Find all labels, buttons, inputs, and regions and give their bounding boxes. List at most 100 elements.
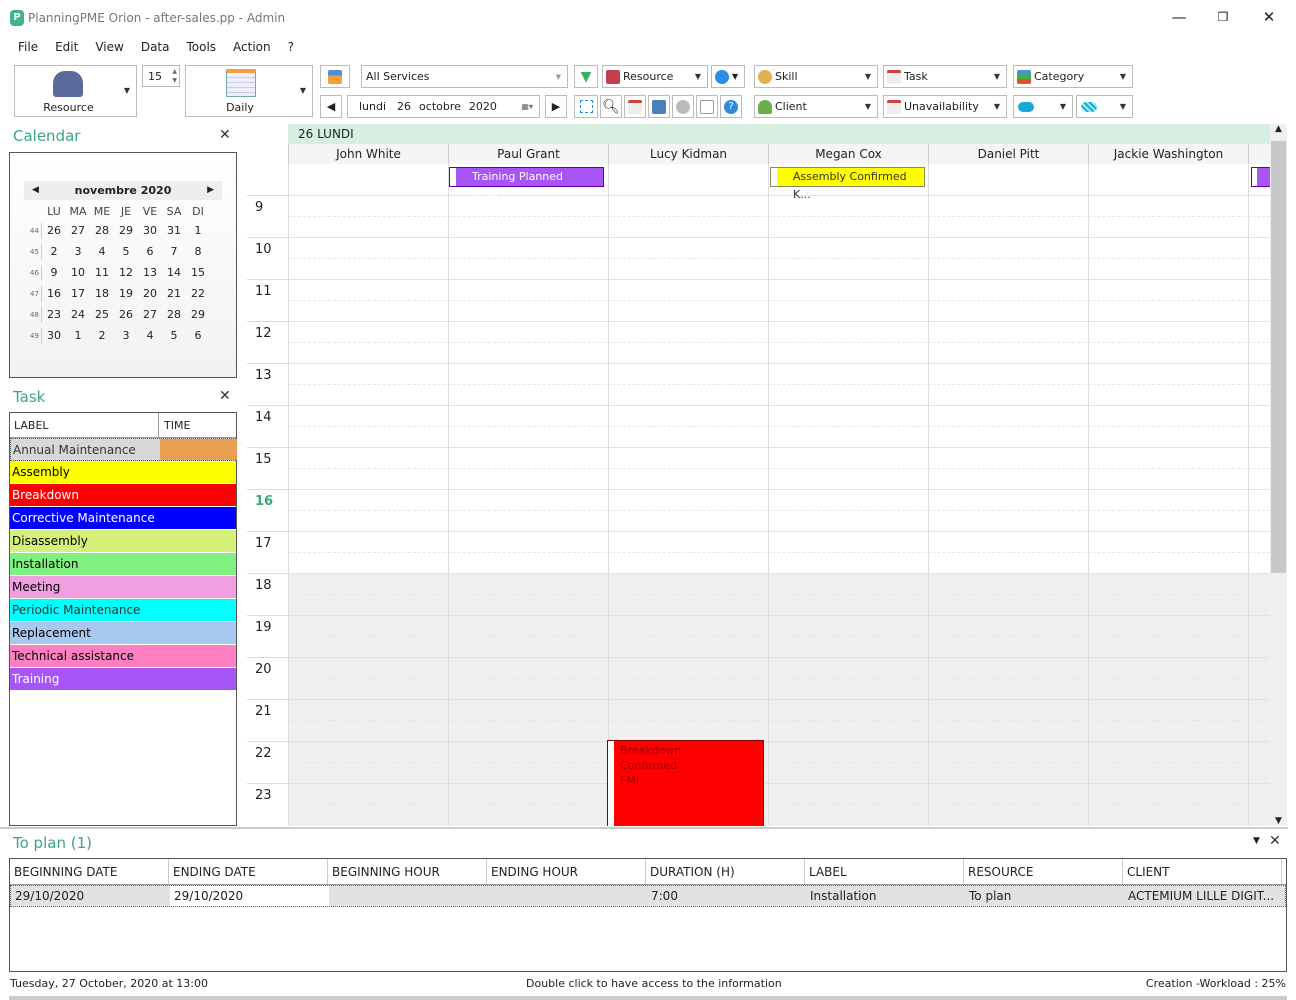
- column-header[interactable]: RESOURCE: [964, 859, 1123, 884]
- menu-action[interactable]: Action: [233, 40, 271, 54]
- calendar-day[interactable]: 24: [66, 307, 90, 323]
- pie-chart-icon[interactable]: [672, 95, 694, 118]
- resource-column[interactable]: [928, 144, 1088, 826]
- print-icon[interactable]: [648, 95, 670, 118]
- calendar-day[interactable]: 12: [114, 265, 138, 281]
- calendar-day[interactable]: 8: [186, 244, 210, 260]
- filter-button[interactable]: ▼: [574, 65, 598, 88]
- calendar-day[interactable]: 30: [42, 328, 66, 344]
- column-header[interactable]: ENDING DATE: [169, 859, 328, 884]
- resource-name[interactable]: Daniel Pitt: [928, 144, 1088, 164]
- resource-column[interactable]: [448, 144, 608, 826]
- calendar-day[interactable]: 11: [90, 265, 114, 281]
- close-toplan-icon[interactable]: ✕: [1269, 833, 1281, 849]
- minimize-button[interactable]: —: [1169, 8, 1189, 26]
- column-header[interactable]: CLIENT: [1123, 859, 1282, 884]
- calendar-day[interactable]: 19: [114, 286, 138, 302]
- close-button[interactable]: ✕: [1259, 8, 1279, 26]
- calendar-day[interactable]: 4: [90, 244, 114, 260]
- unavailability-select[interactable]: Unavailability ▼: [883, 95, 1007, 118]
- category-select[interactable]: Category ▼: [1013, 65, 1133, 88]
- menu-view[interactable]: View: [95, 40, 123, 54]
- next-month-icon[interactable]: ▶: [207, 181, 214, 200]
- calendar-day[interactable]: 3: [66, 244, 90, 260]
- hierarchy-button[interactable]: [320, 65, 350, 88]
- task-item[interactable]: Annual Maintenance: [10, 438, 237, 461]
- resource-column[interactable]: [1088, 144, 1248, 826]
- resource-column[interactable]: [288, 144, 448, 826]
- close-calendar-icon[interactable]: ✕: [219, 127, 231, 143]
- task-item[interactable]: Periodic Maintenance: [10, 599, 236, 622]
- calendar-day[interactable]: 6: [186, 328, 210, 344]
- calendar-day[interactable]: 6: [138, 244, 162, 260]
- schedule-event[interactable]: Breakdown Confirmed FMI: [607, 740, 764, 826]
- resource-name[interactable]: Megan Cox: [768, 144, 928, 164]
- task-item[interactable]: Breakdown: [10, 484, 236, 507]
- calendar-day[interactable]: 29: [114, 223, 138, 239]
- calendar-day[interactable]: 28: [162, 307, 186, 323]
- toggle-select[interactable]: ▼: [1013, 95, 1073, 118]
- services-select[interactable]: All Services ▼: [361, 65, 568, 88]
- table-row[interactable]: 29/10/2020 29/10/2020 7:00 Installation To p…: [10, 885, 1286, 907]
- daily-view-button[interactable]: Daily ▼: [185, 65, 313, 117]
- column-header[interactable]: BEGINNING HOUR: [328, 859, 487, 884]
- calendar-day[interactable]: 13: [138, 265, 162, 281]
- task-item[interactable]: Technical assistance: [10, 645, 236, 668]
- calendar-day[interactable]: 3: [114, 328, 138, 344]
- search-icon[interactable]: 🔍︎: [600, 95, 622, 118]
- vertical-scrollbar[interactable]: ▲ ▼: [1270, 124, 1287, 826]
- allday-event[interactable]: Assembly Confirmed K...: [770, 167, 925, 201]
- calendar-day[interactable]: 29: [186, 307, 210, 323]
- horizontal-scrollbar[interactable]: [9, 996, 1287, 1000]
- calendar-day[interactable]: 31: [162, 223, 186, 239]
- calendar-day[interactable]: 4: [138, 328, 162, 344]
- calendar-day[interactable]: 30: [138, 223, 162, 239]
- calendar-day[interactable]: 7: [162, 244, 186, 260]
- resource-column[interactable]: [768, 144, 928, 826]
- menu-tools[interactable]: Tools: [186, 40, 216, 54]
- resource-name[interactable]: Paul Grant: [448, 144, 608, 164]
- calendar-day[interactable]: 27: [138, 307, 162, 323]
- calendar-day[interactable]: 5: [162, 328, 186, 344]
- calendar-check-icon[interactable]: [624, 95, 646, 118]
- task-item[interactable]: Replacement: [10, 622, 236, 645]
- allday-event-partial[interactable]: [1251, 167, 1271, 187]
- resource-column[interactable]: [608, 144, 768, 826]
- scroll-up-icon[interactable]: ▲: [1270, 124, 1287, 134]
- calendar-day[interactable]: 23: [42, 307, 66, 323]
- task-time-header[interactable]: TIME: [159, 413, 190, 437]
- scrollbar-thumb[interactable]: [1271, 141, 1286, 573]
- resource-view-button[interactable]: Resource ▼: [14, 65, 137, 117]
- excel-icon[interactable]: [696, 95, 718, 118]
- column-header[interactable]: DURATION (H): [646, 859, 805, 884]
- date-picker[interactable]: lundi 26 octobre 2020 ▦▾: [347, 95, 540, 118]
- menu-help[interactable]: ?: [288, 40, 294, 54]
- calendar-day[interactable]: 2: [90, 328, 114, 344]
- task-select[interactable]: Task ▼: [883, 65, 1007, 88]
- column-header[interactable]: LABEL: [805, 859, 964, 884]
- calendar-day[interactable]: 26: [114, 307, 138, 323]
- select-area-icon[interactable]: [574, 95, 598, 118]
- calendar-day[interactable]: 25: [90, 307, 114, 323]
- task-item[interactable]: Installation: [10, 553, 236, 576]
- calendar-day[interactable]: 20: [138, 286, 162, 302]
- calendar-day[interactable]: 21: [162, 286, 186, 302]
- calendar-day[interactable]: 22: [186, 286, 210, 302]
- prev-month-icon[interactable]: ◀: [32, 181, 39, 200]
- task-item[interactable]: Training: [10, 668, 236, 691]
- restore-button[interactable]: ❐: [1213, 10, 1233, 24]
- calendar-day[interactable]: 9: [42, 265, 66, 281]
- calendar-day[interactable]: 1: [186, 223, 210, 239]
- calendar-day[interactable]: 28: [90, 223, 114, 239]
- task-label-header[interactable]: LABEL: [10, 413, 159, 437]
- task-item[interactable]: Assembly: [10, 461, 236, 484]
- pattern-select[interactable]: ▼: [1076, 95, 1133, 118]
- calendar-day[interactable]: 16: [42, 286, 66, 302]
- help-icon[interactable]: ?: [720, 95, 742, 118]
- calendar-day[interactable]: 17: [66, 286, 90, 302]
- menu-file[interactable]: File: [18, 40, 38, 54]
- menu-data[interactable]: Data: [141, 40, 170, 54]
- allday-event[interactable]: Training Planned DENG...: [449, 167, 604, 201]
- calendar-day[interactable]: 2: [42, 244, 66, 260]
- calendar-day[interactable]: 10: [66, 265, 90, 281]
